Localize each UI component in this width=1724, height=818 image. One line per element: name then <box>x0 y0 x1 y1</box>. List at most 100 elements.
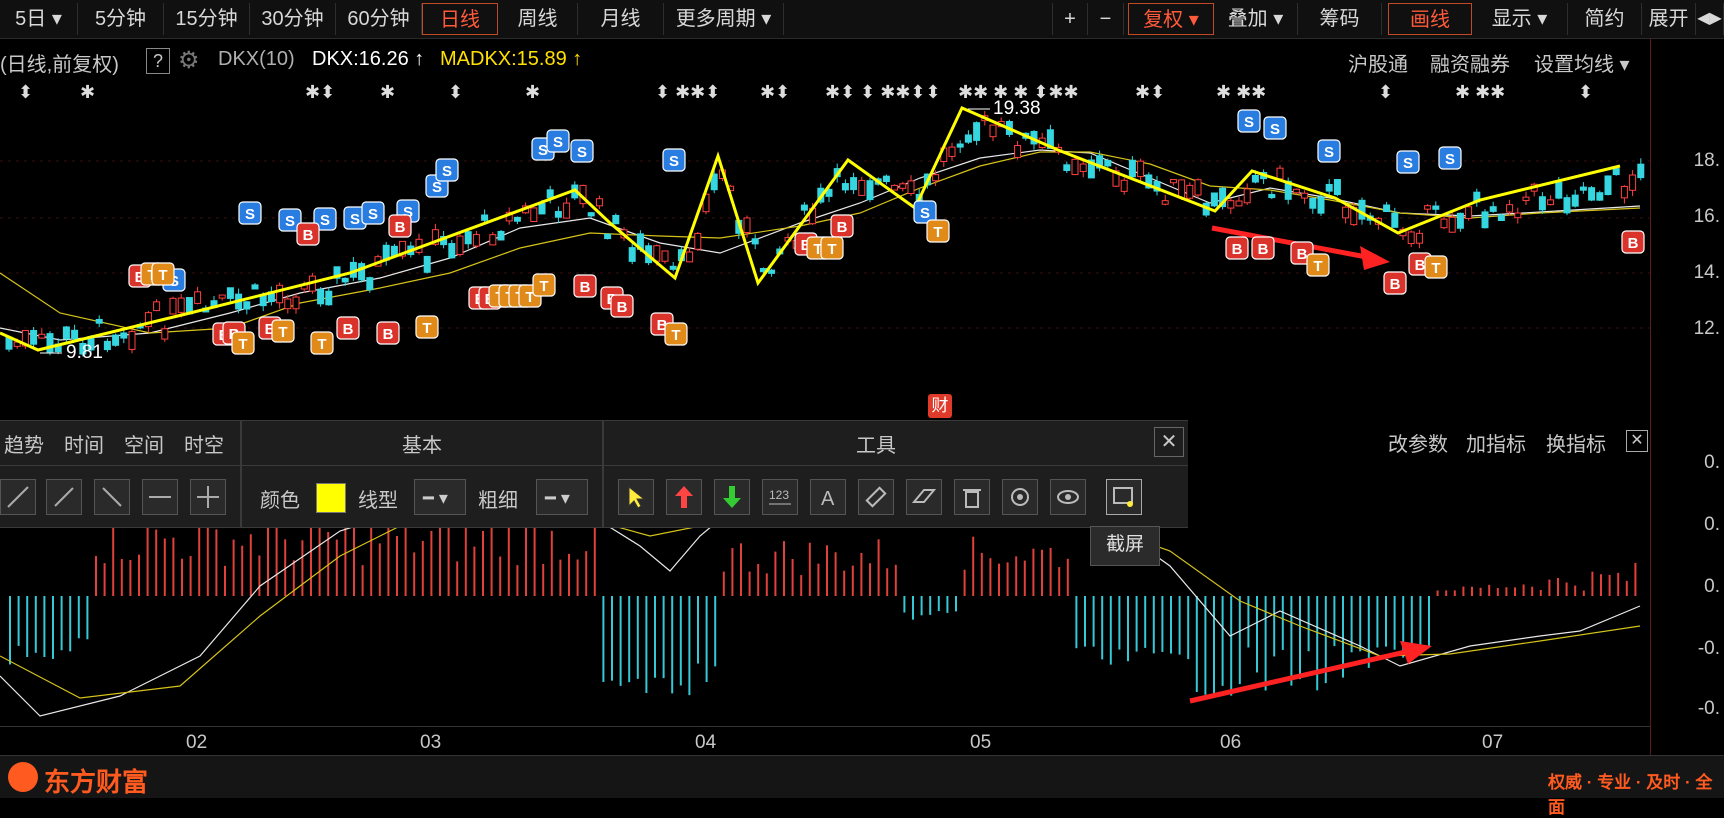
candle-body <box>1104 159 1112 167</box>
x-label-02: 02 <box>186 732 208 753</box>
ruler-icon[interactable] <box>858 479 894 515</box>
zoom-out-button[interactable]: − <box>1088 3 1124 35</box>
period-30min[interactable]: 30分钟 <box>250 3 336 35</box>
candle-body <box>325 290 333 306</box>
more-periods-dropdown[interactable]: 更多周期 ▾ <box>664 3 784 35</box>
candle-body <box>292 296 300 310</box>
candle-body <box>464 231 472 245</box>
number-icon[interactable]: 123 <box>762 479 798 515</box>
chips-button[interactable]: 筹码 <box>1298 3 1382 35</box>
x-label-05: 05 <box>970 732 992 753</box>
overlay-dropdown[interactable]: 叠加 ▾ <box>1214 3 1298 35</box>
candle-body <box>751 238 759 245</box>
svg-text:✱⬍ ⬍ ✱✱⬍⬍: ✱⬍ ⬍ ✱✱⬍⬍ <box>825 82 941 102</box>
horizontal-line-tool-icon[interactable] <box>142 479 178 515</box>
t-signal-icon: T <box>151 262 175 286</box>
switch-indicator-link[interactable]: 换指标 <box>1546 428 1606 457</box>
candle-body <box>1333 179 1341 196</box>
sub-y-label-3: -0. <box>1697 638 1720 659</box>
close-toolbar-icon[interactable]: ✕ <box>1154 427 1184 457</box>
svg-text:T: T <box>933 224 942 241</box>
svg-text:B: B <box>617 299 628 316</box>
candle-body <box>1612 168 1620 176</box>
candle-body <box>587 212 595 217</box>
tab-trend[interactable]: 趋势 <box>4 429 44 458</box>
candle-body <box>423 255 431 273</box>
tab-spacetime[interactable]: 时空 <box>184 429 224 458</box>
finance-badge[interactable]: 财 <box>928 394 952 418</box>
kline-chart[interactable]: ⬍ ✱ ✱⬍ ✱ ⬍ ✱ ⬍ ✱✱⬍ ✱⬍ ✱⬍ ⬍ ✱✱⬍⬍ ✱✱ ✱ ✱ ⬍✱✱ ✱⬍ ✱ … <box>0 78 1650 418</box>
candle-body <box>612 214 620 225</box>
candle-body <box>1079 163 1087 172</box>
set-ma-dropdown[interactable]: 设置均线 ▾ <box>1534 48 1630 77</box>
candle-body <box>1547 199 1555 206</box>
zoom-in-button[interactable]: + <box>1052 3 1088 35</box>
eye-icon[interactable] <box>1050 479 1086 515</box>
text-icon[interactable]: A <box>810 479 846 515</box>
candle-body <box>989 124 997 138</box>
sell-signal-icon: S <box>570 139 594 163</box>
trash-icon[interactable] <box>954 479 990 515</box>
period-monthly[interactable]: 月线 <box>578 3 664 35</box>
t-signal-icon: T <box>1424 255 1448 279</box>
candle-body <box>1424 205 1432 210</box>
candle-body <box>948 146 956 157</box>
settings-gear-icon[interactable]: ⚙ <box>178 46 200 75</box>
tab-space[interactable]: 空间 <box>124 429 164 458</box>
candle-body <box>169 297 177 315</box>
period-15min[interactable]: 15分钟 <box>164 3 250 35</box>
up-arrow-icon[interactable] <box>666 479 702 515</box>
ray-tool-icon[interactable] <box>94 479 130 515</box>
candle-body <box>276 284 284 304</box>
edit-params-link[interactable]: 改参数 <box>1388 428 1448 457</box>
svg-text:B: B <box>1628 235 1639 252</box>
adjust-dropdown[interactable]: 复权 ▾ <box>1128 3 1214 35</box>
candle-body <box>1629 174 1637 191</box>
candle-body <box>1309 197 1317 209</box>
draw-line-button[interactable]: 画线 <box>1388 3 1472 35</box>
simple-button[interactable]: 简约 <box>1568 3 1642 35</box>
tab-time[interactable]: 时间 <box>64 429 104 458</box>
down-arrow-icon[interactable] <box>714 479 750 515</box>
candle-body <box>341 277 349 283</box>
expand-button[interactable]: 展开 <box>1642 3 1696 35</box>
candle-body <box>1465 206 1473 220</box>
candle-body <box>1358 199 1366 220</box>
crosshair-tool-icon[interactable] <box>190 479 226 515</box>
candle-body <box>858 179 866 196</box>
screenshot-icon[interactable] <box>1106 479 1142 515</box>
help-button[interactable]: ? <box>146 48 170 74</box>
period-60min[interactable]: 60分钟 <box>336 3 422 35</box>
add-indicator-link[interactable]: 加指标 <box>1466 428 1526 457</box>
color-swatch[interactable] <box>316 483 346 513</box>
period-daily[interactable]: 日线 <box>422 3 498 35</box>
candle-body <box>973 122 981 141</box>
candle-body <box>1555 181 1563 199</box>
low-price-label: 9.81 <box>66 342 103 363</box>
arrow-line-tool-icon[interactable] <box>0 479 36 515</box>
collapse-icon[interactable]: ◀▶ <box>1696 3 1724 35</box>
gear-icon[interactable] <box>1002 479 1038 515</box>
hk-connect-link[interactable]: 沪股通 <box>1348 48 1408 77</box>
thickness-select[interactable]: ━ ▾ <box>536 479 588 515</box>
period-5day[interactable]: 5日 ▾ <box>0 3 78 35</box>
eraser-icon[interactable] <box>906 479 942 515</box>
buy-signal-icon: B <box>376 321 400 345</box>
svg-text:⬍: ⬍ <box>18 82 33 102</box>
candle-body <box>284 298 292 310</box>
segment-tool-icon[interactable] <box>46 479 82 515</box>
margin-trading-link[interactable]: 融资融券 <box>1430 48 1510 77</box>
candle-body <box>366 277 374 291</box>
svg-text:B: B <box>343 321 354 338</box>
thickness-label: 粗细 <box>478 490 518 512</box>
close-sub-chart-icon[interactable]: ✕ <box>1626 430 1648 452</box>
cursor-icon[interactable] <box>618 479 654 515</box>
candle-body <box>1194 179 1202 196</box>
macd-chart[interactable] <box>0 526 1650 726</box>
candle-body <box>161 328 169 340</box>
line-type-select[interactable]: ━ ▾ <box>414 479 466 515</box>
period-5min[interactable]: 5分钟 <box>78 3 164 35</box>
display-dropdown[interactable]: 显示 ▾ <box>1472 3 1568 35</box>
period-weekly[interactable]: 周线 <box>498 3 578 35</box>
svg-text:B: B <box>1232 241 1243 258</box>
